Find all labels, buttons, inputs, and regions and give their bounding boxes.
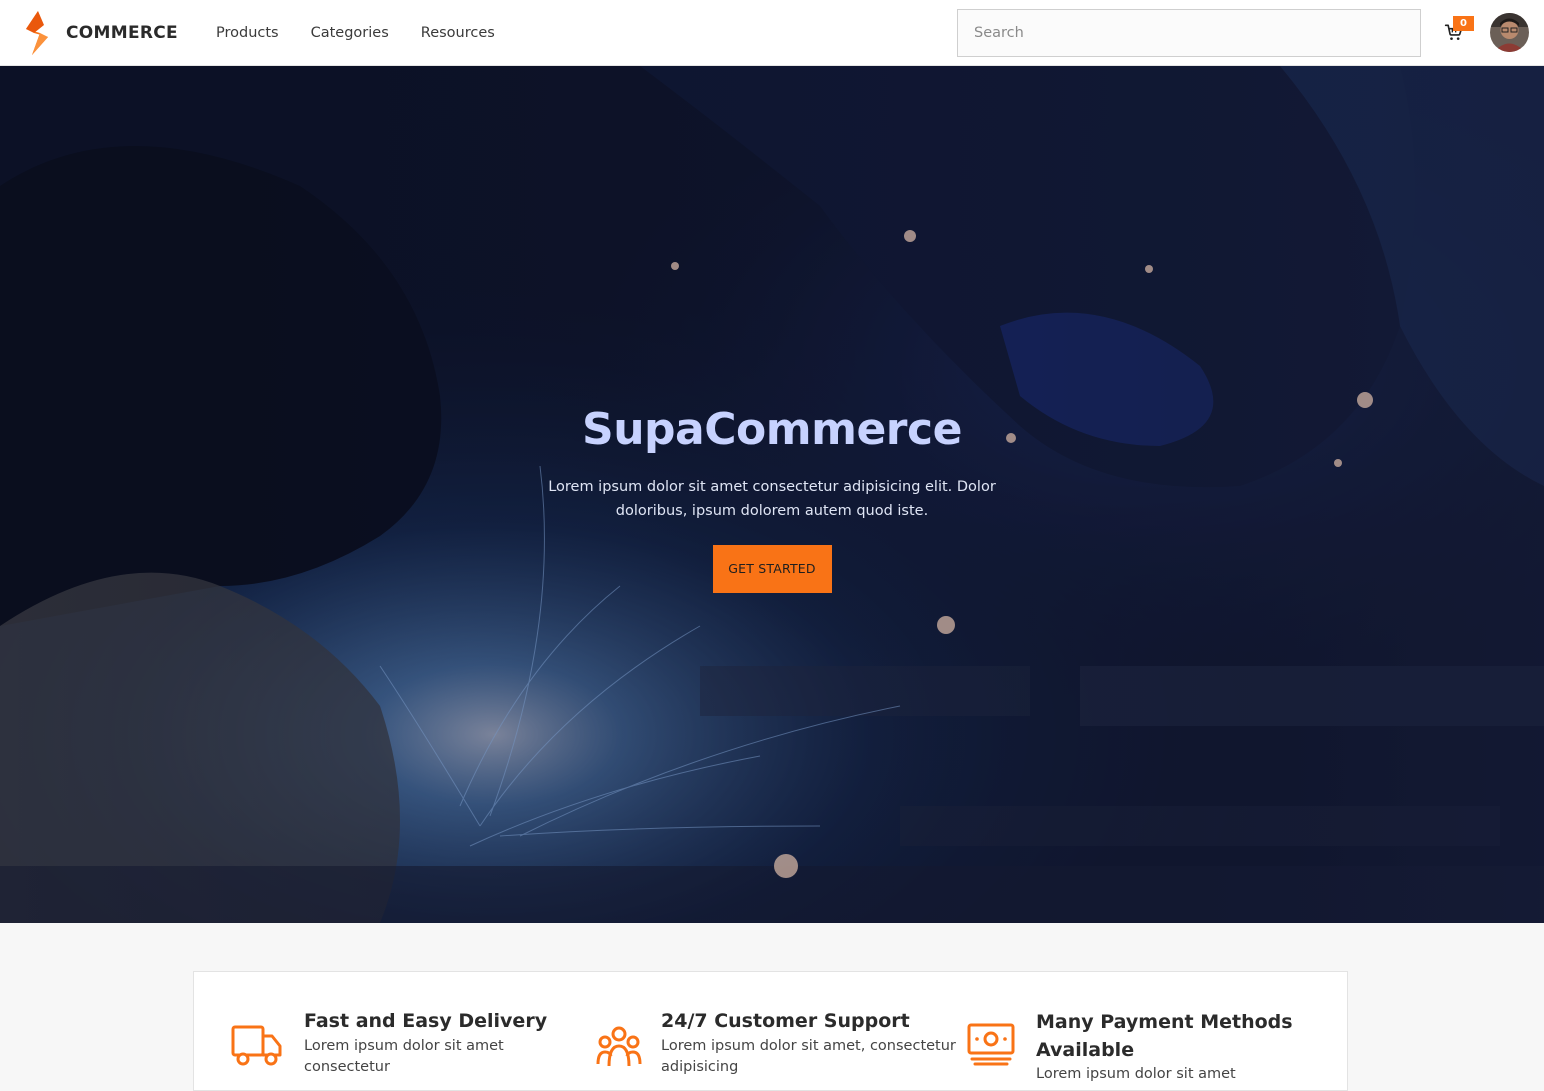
hero-section: SupaCommerce Lorem ipsum dolor sit amet …	[0, 66, 1544, 923]
feature-title: 24/7 Customer Support	[661, 1010, 910, 1032]
brand-logo[interactable]: COMMERCE	[26, 11, 178, 55]
nav-categories[interactable]: Categories	[311, 25, 389, 41]
feature-title: Many Payment Methods Available	[1036, 1011, 1293, 1061]
avatar-image	[1490, 13, 1529, 52]
search-box	[957, 9, 1421, 57]
nav-products[interactable]: Products	[216, 25, 279, 41]
hero-title: SupaCommerce	[582, 404, 962, 455]
features-card: Fast and Easy Delivery Lorem ipsum dolor…	[193, 971, 1348, 1091]
hero-content: SupaCommerce Lorem ipsum dolor sit amet …	[0, 404, 1544, 593]
feature-description: Lorem ipsum dolor sit amet consectetur	[304, 1038, 504, 1075]
hero-description: Lorem ipsum dolor sit amet consectetur a…	[548, 479, 996, 519]
main-nav: Products Categories Resources	[216, 0, 527, 66]
feature-title: Fast and Easy Delivery	[304, 1010, 548, 1032]
search-input[interactable]	[958, 10, 1420, 56]
cart-count-badge: 0	[1453, 16, 1474, 31]
logo-icon	[26, 11, 48, 55]
brand-name: COMMERCE	[66, 23, 178, 43]
banknote-icon	[967, 1023, 1015, 1066]
feature-description: Lorem ipsum dolor sit amet	[1036, 1066, 1236, 1082]
truck-icon	[231, 1025, 282, 1066]
feature-description: Lorem ipsum dolor sit amet, consectetur …	[661, 1038, 956, 1075]
nav-resources[interactable]: Resources	[421, 25, 495, 41]
user-avatar[interactable]	[1490, 13, 1529, 52]
top-navbar: COMMERCE Products Categories Resources 0	[0, 0, 1544, 66]
users-icon	[596, 1026, 642, 1067]
get-started-button[interactable]: GET STARTED	[712, 545, 832, 593]
